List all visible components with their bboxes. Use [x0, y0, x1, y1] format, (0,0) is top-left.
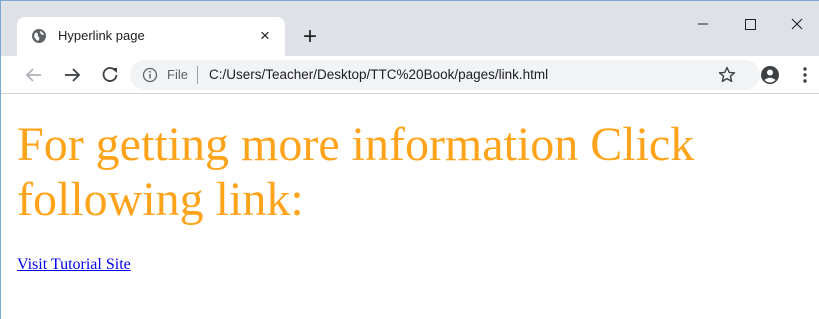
page-heading: For getting more information Click follo…: [17, 118, 695, 226]
new-tab-button[interactable]: +: [299, 25, 321, 49]
browser-toolbar: File C:/Users/Teacher/Desktop/TTC%20Book…: [1, 56, 819, 94]
back-arrow-icon[interactable]: [21, 62, 47, 88]
profile-icon[interactable]: [760, 65, 780, 85]
tab-strip: Hyperlink page × +: [1, 1, 819, 56]
close-icon[interactable]: [782, 9, 812, 39]
star-icon[interactable]: [717, 65, 737, 85]
tab-hyperlink-page[interactable]: Hyperlink page ×: [17, 17, 285, 56]
reload-icon[interactable]: [97, 62, 123, 88]
browser-window: Hyperlink page × + File C:/Users/Teacher…: [0, 0, 819, 319]
tutorial-site-link[interactable]: Visit Tutorial Site: [17, 256, 131, 274]
file-scheme-label: File: [167, 67, 188, 82]
omnibox-divider: [197, 66, 198, 84]
page-content: For getting more information Click follo…: [1, 94, 819, 319]
globe-icon: [32, 29, 46, 43]
tab-title: Hyperlink page: [58, 28, 145, 43]
maximize-icon[interactable]: [735, 9, 765, 39]
url-text[interactable]: C:/Users/Teacher/Desktop/TTC%20Book/page…: [209, 67, 548, 82]
forward-arrow-icon[interactable]: [59, 62, 85, 88]
tab-close-button[interactable]: ×: [256, 27, 274, 45]
kebab-menu-icon[interactable]: [799, 65, 811, 85]
info-icon[interactable]: [142, 67, 158, 83]
address-bar[interactable]: File C:/Users/Teacher/Desktop/TTC%20Book…: [130, 60, 760, 90]
minimize-icon[interactable]: [688, 9, 718, 39]
